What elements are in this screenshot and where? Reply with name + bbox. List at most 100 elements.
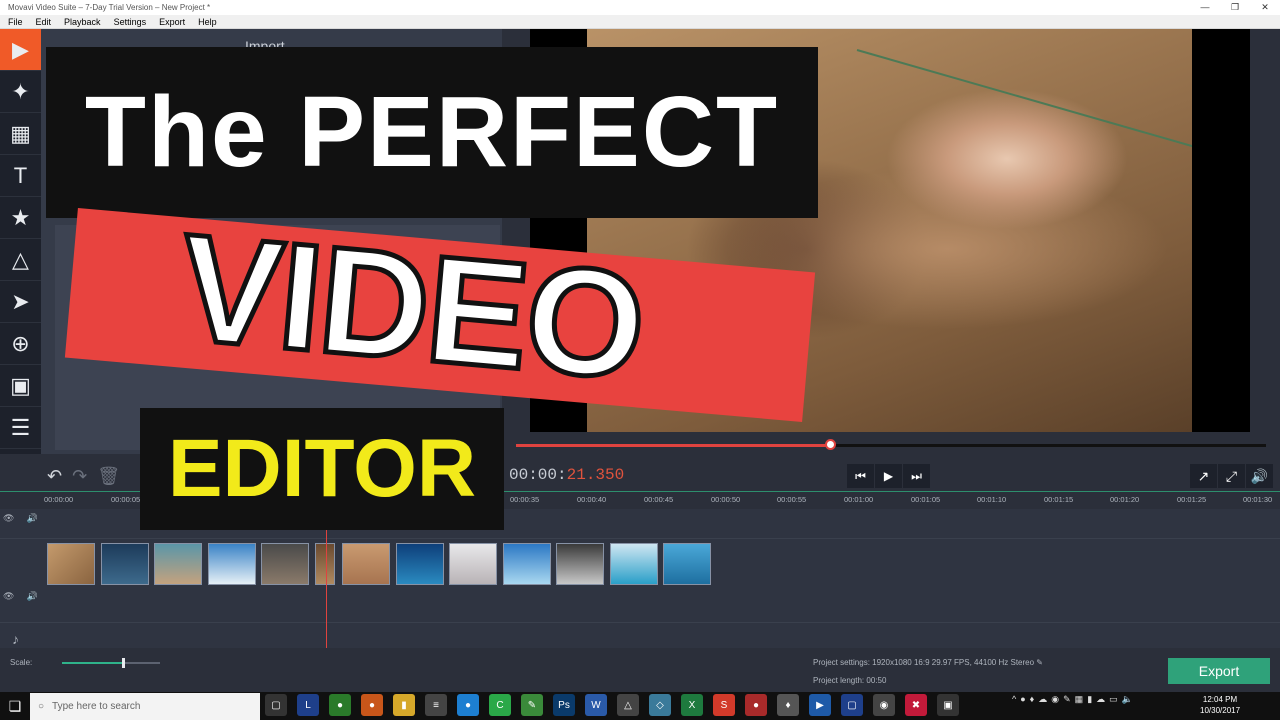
menu-playback[interactable]: Playback (56, 15, 106, 28)
volume-tray-icon[interactable]: 🔈 (1122, 694, 1133, 705)
app-icon[interactable]: △ (617, 694, 639, 716)
timeline-clip[interactable] (261, 543, 309, 585)
app-icon[interactable]: ◉ (873, 694, 895, 716)
scale-slider-handle[interactable] (122, 658, 125, 668)
app-icon[interactable]: ♦ (777, 694, 799, 716)
volume-icon[interactable]: 🔊 (1246, 464, 1273, 488)
timeline-clip[interactable] (449, 543, 497, 585)
app-icon[interactable]: ▣ (937, 694, 959, 716)
app-icon[interactable]: ● (745, 694, 767, 716)
timeline-clip[interactable] (101, 543, 149, 585)
start-icon[interactable]: ❏ (0, 692, 30, 720)
timeline-clip[interactable] (610, 543, 658, 585)
shapes-icon[interactable]: △ (0, 239, 41, 281)
app-icon[interactable]: ● (457, 694, 479, 716)
tray-icon[interactable]: ◉ (1051, 694, 1059, 705)
import-tool-icon[interactable]: ▶ (0, 29, 41, 71)
taskbar-clock[interactable]: 12:04 PM 10/30/2017 (1200, 694, 1240, 716)
tray-icon[interactable]: ▦ (1075, 694, 1084, 705)
next-icon[interactable]: ⏭ (903, 464, 930, 488)
ruler-label: 00:01:00 (844, 495, 874, 504)
project-settings[interactable]: Project settings: 1920x1080 16:9 29.97 F… (813, 658, 1043, 667)
close-icon[interactable]: ✕ (1250, 0, 1280, 15)
timeline-clip[interactable] (342, 543, 390, 585)
scale-label: Scale: (10, 658, 33, 667)
timeline-clip[interactable] (47, 543, 95, 585)
app-icon[interactable]: ✎ (521, 694, 543, 716)
fullscreen-icon[interactable]: ⤢ (1218, 464, 1245, 488)
music-track-controls: ♪ (12, 631, 19, 647)
popout-icon[interactable]: ↗ (1190, 464, 1217, 488)
menu-settings[interactable]: Settings (106, 15, 152, 28)
video-track-controls: 👁 🔊 (3, 591, 38, 602)
minimize-icon[interactable]: — (1190, 0, 1220, 15)
excel-icon[interactable]: X (681, 694, 703, 716)
overlay-headline: The PERFECT (46, 47, 818, 218)
filters-icon[interactable]: ▦ (0, 113, 41, 155)
ruler-label: 00:00:55 (777, 495, 807, 504)
redo-icon[interactable]: ↷ (72, 466, 87, 487)
tray-chevron-icon[interactable]: ^ (1012, 694, 1016, 705)
export-button[interactable]: Export (1168, 658, 1270, 684)
word-icon[interactable]: W (585, 694, 607, 716)
delete-icon[interactable]: 🗑 (97, 466, 120, 487)
tray-icon[interactable]: ☁ (1038, 694, 1047, 705)
timeline-clip[interactable] (208, 543, 256, 585)
timecode-main: 00:00: (509, 466, 567, 484)
menu-export[interactable]: Export (151, 15, 190, 28)
chroma-icon[interactable]: ▣ (0, 365, 41, 407)
network-icon[interactable]: ▭ (1109, 694, 1118, 705)
restore-icon[interactable]: ❐ (1220, 0, 1250, 15)
tray-icon[interactable]: ● (1020, 694, 1025, 705)
firefox-icon[interactable]: ● (361, 694, 383, 716)
timeline-clip[interactable] (503, 543, 551, 585)
audio-icon[interactable]: 🔊 (26, 591, 37, 602)
taskbar-search[interactable]: ○ Type here to search (30, 693, 260, 720)
chrome-icon[interactable]: ● (329, 694, 351, 716)
menu-file[interactable]: File (0, 15, 28, 28)
task-view-icon[interactable]: ▢ (265, 694, 287, 716)
photoshop-icon[interactable]: Ps (553, 694, 575, 716)
ruler-label: 00:01:15 (1044, 495, 1074, 504)
audio-icon[interactable]: 🔊 (26, 513, 37, 524)
camtasia-icon[interactable]: C (489, 694, 511, 716)
app-icon[interactable]: S (713, 694, 735, 716)
clock-date: 10/30/2017 (1200, 706, 1241, 715)
calculator-icon[interactable]: ≡ (425, 694, 447, 716)
tray-icon[interactable]: ✎ (1063, 694, 1071, 705)
ruler-label: 00:01:20 (1110, 495, 1140, 504)
tray-icon[interactable]: ☁ (1096, 694, 1105, 705)
scrubber-progress (516, 444, 831, 447)
visibility-icon[interactable]: 👁 (3, 591, 14, 602)
edit-tools: ↶ ↷ 🗑 (41, 461, 141, 491)
menu-help[interactable]: Help (190, 15, 222, 28)
motion-icon[interactable]: ➤ (0, 281, 41, 323)
play-icon[interactable]: ▶ (875, 464, 902, 488)
tray-icon[interactable]: ♦ (1030, 694, 1035, 705)
scrubber-handle[interactable] (825, 439, 836, 450)
previous-icon[interactable]: ⏮ (847, 464, 874, 488)
timeline-clip[interactable] (154, 543, 202, 585)
app-icon[interactable]: ▶ (809, 694, 831, 716)
timeline-clip[interactable] (315, 543, 335, 585)
stickers-icon[interactable]: ★ (0, 197, 41, 239)
tray-icon[interactable]: ▮ (1087, 694, 1092, 705)
app-icon[interactable]: L (297, 694, 319, 716)
folder-icon[interactable]: ▮ (393, 694, 415, 716)
undo-icon[interactable]: ↶ (47, 466, 62, 487)
tool-rail: ▶ ✦ ▦ T ★ △ ➤ ⊕ ▣ ☰ (0, 29, 41, 454)
magic-wand-icon[interactable]: ✦ (0, 71, 41, 113)
preview-detail (856, 49, 1192, 151)
timeline-clip[interactable] (396, 543, 444, 585)
app-icon[interactable]: ◇ (649, 694, 671, 716)
app-icon[interactable]: ▢ (841, 694, 863, 716)
edit-pencil-icon[interactable]: ✎ (1036, 658, 1043, 667)
timeline-clip[interactable] (556, 543, 604, 585)
timeline-clip[interactable] (663, 543, 711, 585)
menu-edit[interactable]: Edit (28, 15, 57, 28)
zoom-icon[interactable]: ⊕ (0, 323, 41, 365)
titles-icon[interactable]: T (0, 155, 41, 197)
visibility-icon[interactable]: 👁 (3, 513, 14, 524)
app-icon[interactable]: ✖ (905, 694, 927, 716)
more-tools-icon[interactable]: ☰ (0, 407, 41, 449)
